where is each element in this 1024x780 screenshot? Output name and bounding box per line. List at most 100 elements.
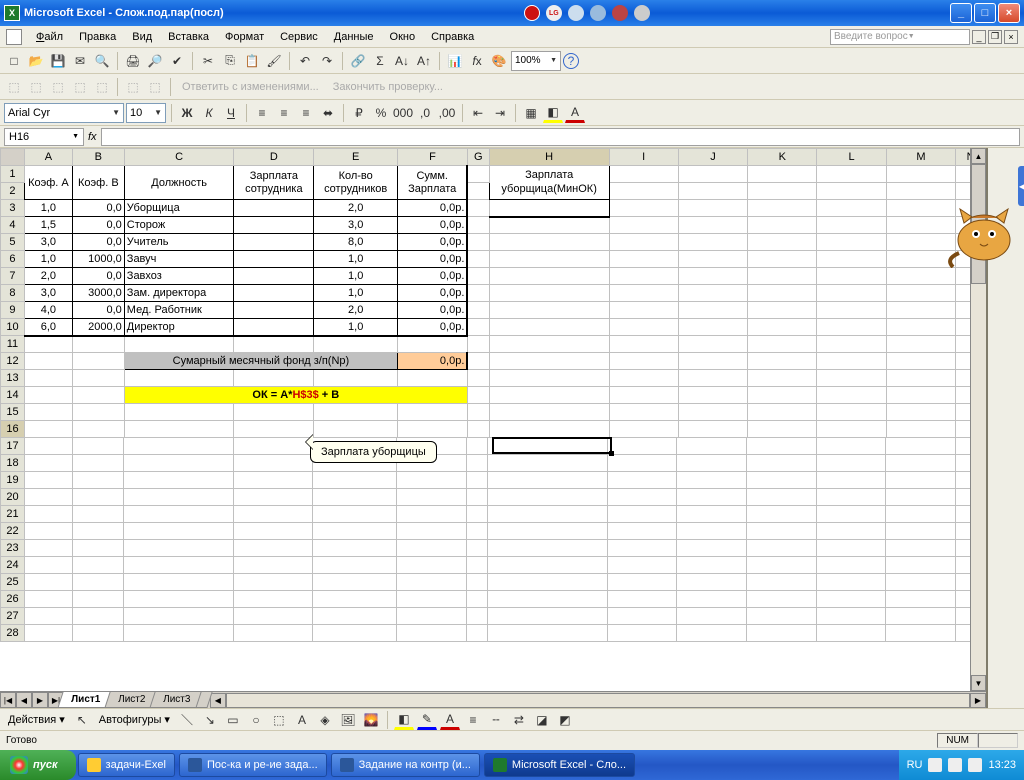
system-tray[interactable]: RU 13:23 xyxy=(899,750,1024,780)
col-header[interactable]: K xyxy=(748,149,817,166)
cell[interactable] xyxy=(72,472,124,489)
cell[interactable] xyxy=(488,625,607,642)
cell[interactable] xyxy=(234,251,314,268)
cell[interactable] xyxy=(313,591,397,608)
cell[interactable] xyxy=(886,438,956,455)
cell[interactable] xyxy=(677,523,747,540)
cell[interactable]: Завхоз xyxy=(124,268,234,285)
assistant-cat-icon[interactable] xyxy=(944,198,1024,268)
save-icon[interactable]: 💾 xyxy=(48,51,68,71)
row-header[interactable]: 13 xyxy=(1,370,25,387)
cell[interactable] xyxy=(72,608,124,625)
cell[interactable] xyxy=(396,506,466,523)
cell[interactable] xyxy=(607,574,677,591)
select-icon[interactable]: ↖ xyxy=(72,710,92,730)
cell[interactable] xyxy=(396,625,466,642)
inc-decimal-icon[interactable]: ,0 xyxy=(415,103,435,123)
scroll-up-icon[interactable]: ▲ xyxy=(971,148,986,164)
col-header[interactable]: E xyxy=(314,149,398,166)
dec-indent-icon[interactable]: ⇤ xyxy=(468,103,488,123)
col-header[interactable]: C xyxy=(124,149,234,166)
col-header[interactable]: G xyxy=(467,149,489,166)
row-header[interactable]: 14 xyxy=(1,387,25,404)
cell[interactable]: 1000,0 xyxy=(72,251,124,268)
new-icon[interactable]: □ xyxy=(4,51,24,71)
cell[interactable]: Коэф. В xyxy=(72,166,124,200)
merge-icon[interactable]: ⬌ xyxy=(318,103,338,123)
cell[interactable] xyxy=(124,472,233,489)
col-header[interactable]: F xyxy=(398,149,468,166)
cell[interactable]: 0,0р. xyxy=(398,285,468,302)
cell[interactable] xyxy=(886,557,956,574)
fill-color-icon[interactable]: ◧ xyxy=(543,103,563,123)
diagram-icon[interactable]: ◈ xyxy=(315,710,335,730)
cell[interactable] xyxy=(24,574,72,591)
formula-input[interactable] xyxy=(101,128,1020,146)
redo-icon[interactable]: ↷ xyxy=(317,51,337,71)
cell[interactable] xyxy=(677,608,747,625)
cell[interactable] xyxy=(234,200,314,217)
clock[interactable]: 13:23 xyxy=(988,759,1016,771)
cell[interactable] xyxy=(233,523,313,540)
doc-minimize-button[interactable]: _ xyxy=(972,30,986,44)
row-header[interactable]: 9 xyxy=(1,302,25,319)
cell[interactable] xyxy=(466,591,488,608)
col-header[interactable]: D xyxy=(234,149,314,166)
cell[interactable] xyxy=(313,574,397,591)
cell[interactable] xyxy=(72,489,124,506)
cell[interactable]: 0,0 xyxy=(72,200,124,217)
cell[interactable] xyxy=(396,608,466,625)
cell[interactable]: 0,0р. xyxy=(398,251,468,268)
cell[interactable] xyxy=(233,506,313,523)
cell[interactable] xyxy=(233,574,313,591)
cell[interactable] xyxy=(72,523,124,540)
cell[interactable] xyxy=(488,472,607,489)
help-icon[interactable]: ? xyxy=(563,53,579,69)
row-header[interactable]: 20 xyxy=(1,489,25,506)
cell[interactable] xyxy=(396,574,466,591)
fill-handle[interactable] xyxy=(609,451,614,456)
cell[interactable] xyxy=(488,489,607,506)
mail-icon[interactable]: ✉ xyxy=(70,51,90,71)
cell[interactable] xyxy=(396,557,466,574)
print-icon[interactable]: 🖨 xyxy=(123,51,143,71)
rect-icon[interactable]: ▭ xyxy=(223,710,243,730)
cell[interactable] xyxy=(607,557,677,574)
row-header[interactable]: 5 xyxy=(1,234,25,251)
taskpane-toggle-icon[interactable]: ◀ xyxy=(1018,166,1024,206)
autoshapes-menu[interactable]: Автофигуры ▾ xyxy=(95,713,174,726)
cell[interactable] xyxy=(488,540,607,557)
col-header[interactable]: J xyxy=(678,149,747,166)
clipart-icon[interactable]: 🖼 xyxy=(338,710,358,730)
doc-restore-button[interactable]: ❐ xyxy=(988,30,1002,44)
cell[interactable] xyxy=(886,523,956,540)
cell[interactable]: Зарплата сотрудника xyxy=(234,166,314,200)
document-icon[interactable] xyxy=(6,29,22,45)
tray-icon[interactable] xyxy=(948,758,962,772)
cell[interactable]: 0,0 xyxy=(72,234,124,251)
cell[interactable] xyxy=(72,557,124,574)
cell[interactable] xyxy=(396,523,466,540)
scroll-left-icon[interactable]: ◀ xyxy=(210,693,226,708)
cell[interactable] xyxy=(886,455,956,472)
cell[interactable] xyxy=(24,472,72,489)
cell[interactable] xyxy=(677,625,747,642)
cell[interactable] xyxy=(747,455,817,472)
cell[interactable]: 1,0 xyxy=(24,200,72,217)
close-button[interactable]: × xyxy=(998,3,1020,23)
row-header[interactable]: 18 xyxy=(1,455,25,472)
cell[interactable] xyxy=(489,200,609,217)
borders-icon[interactable]: ▦ xyxy=(521,103,541,123)
cell[interactable] xyxy=(816,523,886,540)
sort-asc-icon[interactable]: A↓ xyxy=(392,51,412,71)
cell[interactable]: 1,0 xyxy=(314,319,398,336)
cell[interactable]: 3,0 xyxy=(314,217,398,234)
cell[interactable] xyxy=(124,557,233,574)
row-header[interactable]: 7 xyxy=(1,268,25,285)
cell[interactable] xyxy=(466,625,488,642)
cell[interactable]: 0,0р. xyxy=(398,200,468,217)
cell[interactable] xyxy=(886,574,956,591)
search-icon[interactable]: 🔍 xyxy=(92,51,112,71)
cell[interactable] xyxy=(816,557,886,574)
row-header[interactable]: 27 xyxy=(1,608,25,625)
